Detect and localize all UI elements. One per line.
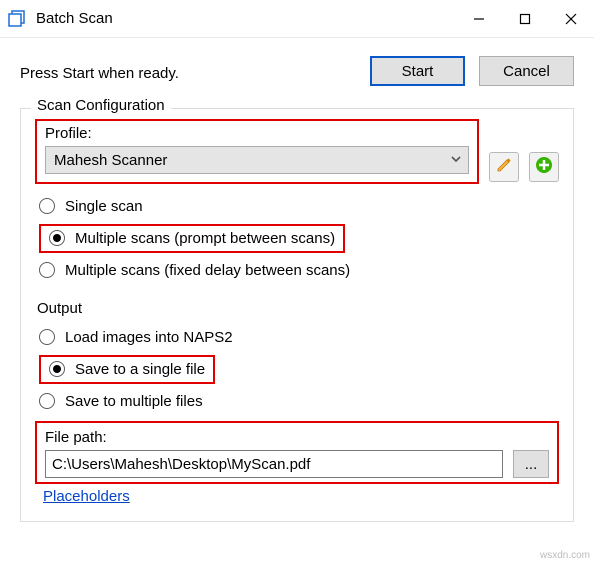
watermark: wsxdn.com <box>540 550 590 561</box>
output-load-naps2-label: Load images into NAPS2 <box>65 329 233 346</box>
output-load-naps2[interactable]: Load images into NAPS2 <box>35 321 559 353</box>
filepath-label: File path: <box>45 429 549 446</box>
output-single-file-label: Save to a single file <box>75 361 205 378</box>
filepath-highlight: File path: ... <box>35 421 559 484</box>
maximize-button[interactable] <box>502 0 548 38</box>
radio-icon <box>49 230 65 246</box>
filepath-input[interactable] <box>45 450 503 478</box>
edit-profile-button[interactable] <box>489 152 519 182</box>
profile-highlight: Profile: Mahesh Scanner <box>35 119 479 184</box>
radio-icon <box>39 262 55 278</box>
radio-icon <box>49 361 65 377</box>
ellipsis-icon: ... <box>525 456 538 473</box>
scan-mode-multi-prompt[interactable]: Multiple scans (prompt between scans) <box>35 222 559 254</box>
plus-icon <box>535 156 553 178</box>
scan-mode-multi-prompt-label: Multiple scans (prompt between scans) <box>75 230 335 247</box>
profile-selected-value: Mahesh Scanner <box>54 152 167 169</box>
output-multi-files-label: Save to multiple files <box>65 393 203 410</box>
output-legend: Output <box>37 300 559 317</box>
scan-mode-single-label: Single scan <box>65 198 143 215</box>
minimize-button[interactable] <box>456 0 502 38</box>
profile-label: Profile: <box>45 125 469 142</box>
radio-icon <box>39 393 55 409</box>
scan-mode-multi-prompt-highlight: Multiple scans (prompt between scans) <box>39 224 345 253</box>
scan-mode-single[interactable]: Single scan <box>35 190 559 222</box>
radio-icon <box>39 198 55 214</box>
scan-mode-multi-delay[interactable]: Multiple scans (fixed delay between scan… <box>35 254 559 286</box>
chevron-down-icon <box>450 152 462 169</box>
placeholders-link[interactable]: Placeholders <box>43 488 130 505</box>
output-single-file[interactable]: Save to a single file <box>35 353 559 385</box>
start-button[interactable]: Start <box>370 56 465 86</box>
title-bar: Batch Scan <box>0 0 594 38</box>
pencil-icon <box>495 156 513 178</box>
browse-button[interactable]: ... <box>513 450 549 478</box>
ready-message: Press Start when ready. <box>20 61 370 82</box>
radio-icon <box>39 329 55 345</box>
add-profile-button[interactable] <box>529 152 559 182</box>
window-title: Batch Scan <box>34 10 456 27</box>
scan-mode-multi-delay-label: Multiple scans (fixed delay between scan… <box>65 262 350 279</box>
profile-dropdown[interactable]: Mahesh Scanner <box>45 146 469 174</box>
cancel-button[interactable]: Cancel <box>479 56 574 86</box>
app-icon <box>0 10 34 28</box>
output-multi-files[interactable]: Save to multiple files <box>35 385 559 417</box>
close-button[interactable] <box>548 0 594 38</box>
top-row: Press Start when ready. Start Cancel <box>20 56 574 86</box>
scan-configuration-legend: Scan Configuration <box>31 97 171 114</box>
scan-configuration-group: Scan Configuration Profile: Mahesh Scann… <box>20 108 574 522</box>
output-single-file-highlight: Save to a single file <box>39 355 215 384</box>
